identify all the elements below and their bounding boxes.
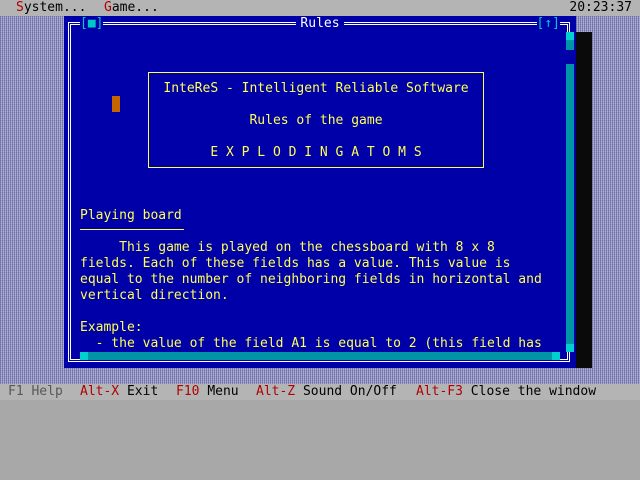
menu-bar: System... Game... 20:23:37 <box>0 0 640 16</box>
vertical-scrollbar[interactable] <box>566 32 574 352</box>
status-help[interactable]: F1 Help <box>8 384 63 400</box>
text-cursor <box>112 96 120 112</box>
window-title: Rules <box>296 16 344 31</box>
body-line: vertical direction. <box>80 288 229 303</box>
banner-subtitle: Rules of the game <box>249 113 383 128</box>
heading-underline <box>80 229 184 230</box>
body-line: - the value of the field A1 is equal to … <box>80 336 542 351</box>
body-line: fields. Each of these fields has a value… <box>80 256 511 271</box>
zoom-window-button[interactable]: [↑] <box>536 16 560 32</box>
body-line: This game is played on the chessboard wi… <box>80 240 495 255</box>
status-close-window[interactable]: Alt-F3 Close the window <box>416 384 596 400</box>
scroll-down-arrow-icon[interactable] <box>566 344 574 352</box>
body-line: Example: <box>80 320 143 335</box>
horizontal-scrollbar[interactable] <box>80 352 560 360</box>
window-title-bar[interactable]: Rules <box>64 16 576 32</box>
menu-system[interactable]: System... <box>16 0 86 16</box>
banner-game-name: E X P L O D I N G A T O M S <box>210 145 422 160</box>
title-banner: InteReS - Intelligent Reliable Software … <box>148 72 484 168</box>
scroll-right-arrow-icon[interactable] <box>552 352 560 360</box>
scroll-up-arrow-icon[interactable] <box>566 32 574 40</box>
scroll-thumb[interactable] <box>566 50 574 64</box>
section-heading: Playing board <box>80 208 182 223</box>
scroll-left-arrow-icon[interactable] <box>80 352 88 360</box>
status-menu[interactable]: F10 Menu <box>176 384 239 400</box>
rules-window: [■] Rules [↑] InteReS - Intelligent Reli… <box>64 16 576 368</box>
clock: 20:23:37 <box>569 0 632 15</box>
menu-game[interactable]: Game... <box>104 0 159 16</box>
status-bar: F1 Help Alt-X Exit F10 Menu Alt-Z Sound … <box>0 384 640 400</box>
status-exit[interactable]: Alt-X Exit <box>80 384 158 400</box>
body-line: equal to the number of neighboring field… <box>80 272 542 287</box>
status-sound[interactable]: Alt-Z Sound On/Off <box>256 384 397 400</box>
banner-company: InteReS - Intelligent Reliable Software <box>163 81 469 96</box>
